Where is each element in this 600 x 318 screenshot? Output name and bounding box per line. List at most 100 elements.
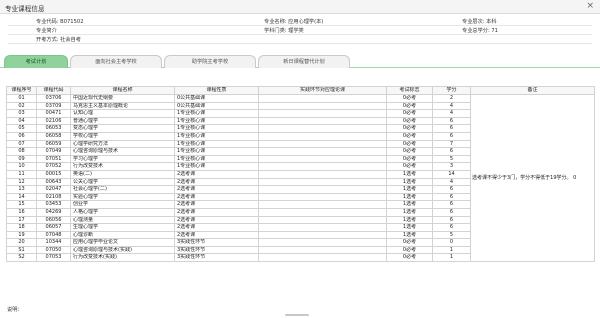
table-cell: 06058 xyxy=(36,131,71,141)
table-body: 01 03706 中国近现代史纲要 0公共基础课 0必考 2 选考课不得少于3门，学分不得低… xyxy=(6,93,595,263)
table-cell: 0必考 xyxy=(386,154,433,164)
table-cell: 07051 xyxy=(36,154,71,164)
table-cell: 03706 xyxy=(36,94,71,103)
table-cell: 0公共基础课 xyxy=(174,94,259,103)
table-cell: 6 xyxy=(432,215,471,225)
table-cell: 4 xyxy=(432,109,471,118)
table-cell xyxy=(258,94,387,103)
table-cell: 2选考课 xyxy=(174,192,259,202)
table-cell xyxy=(258,215,387,225)
table-cell: 3实践性环节 xyxy=(174,238,259,247)
table-cell xyxy=(258,245,387,255)
table-cell: 07049 xyxy=(36,147,71,156)
table-cell: 1专业核心课 xyxy=(174,131,259,141)
table-cell: 0必考 xyxy=(386,124,433,133)
course-table: 课程序号 课程代码 课程名称 课程性质 实践环节对应理论课 考试标志 学分 备注… xyxy=(6,86,595,263)
close-icon[interactable]: × xyxy=(586,1,594,11)
table-cell: 1选考 xyxy=(386,207,433,217)
table-cell: S1 xyxy=(6,245,37,255)
table-cell: 1专业核心课 xyxy=(174,154,259,164)
table-cell: 00471 xyxy=(36,109,71,118)
table-cell: 6 xyxy=(432,131,471,141)
table-cell: 0必考 xyxy=(386,101,433,111)
window-title: 专业课程信息 xyxy=(5,5,45,13)
footer-note: 说明： xyxy=(7,307,23,313)
table-cell: 17 xyxy=(6,215,37,225)
table-cell: 1选考 xyxy=(386,177,433,187)
table-cell: 1 xyxy=(432,253,471,263)
table-cell: 0必考 xyxy=(386,139,433,149)
major-info-panel: 专业代码: B071502 专业名称: 应用心理学(本) 专业层次: 本科 专业… xyxy=(8,17,592,44)
table-cell: 心理学研究方法 xyxy=(70,139,175,149)
table-cell: 15 xyxy=(6,200,37,209)
table-cell: 6 xyxy=(432,147,471,156)
table-cell: 0 xyxy=(432,238,471,247)
table-cell xyxy=(258,124,387,133)
col-header-exam-flag: 考试标志 xyxy=(386,86,433,95)
table-cell: 07048 xyxy=(36,230,71,240)
table-cell: 04269 xyxy=(36,207,71,217)
table-cell: 认知心理 xyxy=(70,109,175,118)
horizontal-scrollbar[interactable] xyxy=(285,314,309,316)
table-cell: 6 xyxy=(432,185,471,194)
table-cell: 07053 xyxy=(36,253,71,263)
col-header-credits: 学分 xyxy=(432,86,471,95)
table-cell: 实验心理学 xyxy=(70,192,175,202)
table-cell xyxy=(258,230,387,240)
table-cell xyxy=(258,223,387,232)
table-cell: 3 xyxy=(432,162,471,171)
tab-social-schools[interactable]: 面向社会主考学校 xyxy=(70,55,162,68)
table-cell: 0必考 xyxy=(386,94,433,103)
table-cell: 06057 xyxy=(36,223,71,232)
table-cell: 1专业核心课 xyxy=(174,109,259,118)
table-cell xyxy=(258,109,387,118)
table-cell: 19 xyxy=(6,230,37,240)
table-cell: 08 xyxy=(6,147,37,156)
table-row[interactable]: 01 03706 中国近现代史纲要 0公共基础课 0必考 2 选考课不得少于3门，学分不得低… xyxy=(6,93,595,263)
table-cell: 人格心理学 xyxy=(70,207,175,217)
table-cell: 07 xyxy=(6,139,37,149)
table-cell: 6 xyxy=(432,200,471,209)
tab-assisted-schools[interactable]: 助学院主考学校 xyxy=(164,55,256,68)
table-cell: 6 xyxy=(432,207,471,217)
table-cell: 13 xyxy=(6,185,37,194)
table-header-row: 课程序号 课程代码 课程名称 课程性质 实践环节对应理论课 考试标志 学分 备注 xyxy=(6,86,595,95)
remark-text: 选考课不得少于3门，学分不得低于19学分。 0 xyxy=(472,174,577,181)
table-cell: 0必考 xyxy=(386,116,433,126)
table-cell: 2选考课 xyxy=(174,185,259,194)
tab-exam-plan[interactable]: 考试计划 xyxy=(4,55,68,68)
major-intro-link[interactable]: 专业简介 xyxy=(36,27,57,34)
table-cell: 1选考 xyxy=(386,192,433,202)
table-cell: 2选考课 xyxy=(174,215,259,225)
col-header-type: 课程性质 xyxy=(174,86,259,95)
table-cell: 06 xyxy=(6,131,37,141)
table-cell: 06053 xyxy=(36,124,71,133)
table-cell: 7 xyxy=(432,139,471,149)
table-cell: 2选考课 xyxy=(174,223,259,232)
table-cell: 1专业核心课 xyxy=(174,124,259,133)
remark-cell: 选考课不得少于3门，学分不得低于19学分。 0 xyxy=(470,93,595,263)
table-cell: 1选考 xyxy=(386,200,433,209)
col-header-seq: 课程序号 xyxy=(6,86,37,95)
table-cell: 4 xyxy=(432,177,471,187)
table-cell: 生理心理学 xyxy=(70,223,175,232)
table-cell xyxy=(258,131,387,141)
subject-category: 学科门类: 理学类 xyxy=(264,28,304,34)
table-cell: 03709 xyxy=(36,101,71,111)
table-cell: 心理诊断 xyxy=(70,230,175,240)
tab-course-replacement[interactable]: 新日课程替代计划 xyxy=(258,55,350,68)
table-cell: 14 xyxy=(6,192,37,202)
table-cell: 04 xyxy=(6,116,37,126)
table-cell: 创业学 xyxy=(70,200,175,209)
table-cell: 行为改变技术 xyxy=(70,162,175,171)
col-header-code: 课程代码 xyxy=(36,86,71,95)
table-cell: 普通心理学 xyxy=(70,116,175,126)
table-cell: 学习心理学 xyxy=(70,154,175,164)
table-cell xyxy=(258,162,387,171)
table-cell: 00643 xyxy=(36,177,71,187)
table-cell: 1选考 xyxy=(386,223,433,232)
table-cell: 心理咨询原理与技术(实践) xyxy=(70,245,175,255)
table-cell xyxy=(258,207,387,217)
table-cell xyxy=(258,154,387,164)
tab-bar: 考试计划 面向社会主考学校 助学院主考学校 新日课程替代计划 xyxy=(0,55,600,68)
